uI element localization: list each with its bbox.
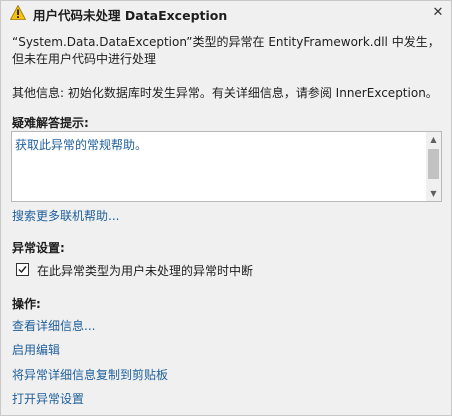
exception-dialog: 用户代码未处理 DataException ✕ “System.Data.Dat… [0, 0, 452, 416]
enable-editing-link[interactable]: 启用编辑 [12, 341, 60, 358]
copy-details-link[interactable]: 将异常详细信息复制到剪贴板 [12, 366, 168, 383]
dialog-title: 用户代码未处理 DataException [33, 8, 228, 23]
break-checkbox-label: 在此异常类型为用户未处理的异常时中断 [37, 264, 254, 278]
title-bar: 用户代码未处理 DataException ✕ [1, 1, 451, 25]
scroll-up-icon[interactable]: ▲ [426, 132, 441, 147]
exception-settings-label: 异常设置: [12, 241, 65, 255]
search-online-help-link[interactable]: 搜索更多联机帮助... [12, 207, 119, 224]
additional-info: 其他信息: 初始化数据库时发生异常。有关详细信息，请参阅 InnerExcept… [12, 86, 438, 100]
actions-label: 操作: [12, 297, 41, 311]
open-exception-settings-link[interactable]: 打开异常设置 [12, 390, 84, 407]
troubleshooting-tips-box: 获取此异常的常规帮助。 ▲ ▼ [11, 131, 442, 202]
break-checkbox[interactable] [16, 263, 29, 276]
view-details-link[interactable]: 查看详细信息... [12, 317, 95, 334]
close-icon[interactable]: ✕ [429, 4, 447, 22]
scroll-thumb[interactable] [428, 149, 439, 179]
scroll-down-icon[interactable]: ▼ [426, 186, 441, 201]
general-help-link[interactable]: 获取此异常的常规帮助。 [15, 136, 147, 153]
scrollbar[interactable]: ▲ ▼ [426, 132, 441, 201]
exception-message: “System.Data.DataException”类型的异常在 Entity… [12, 35, 440, 66]
warning-icon [9, 4, 27, 20]
troubleshooting-label: 疑难解答提示: [12, 116, 89, 130]
